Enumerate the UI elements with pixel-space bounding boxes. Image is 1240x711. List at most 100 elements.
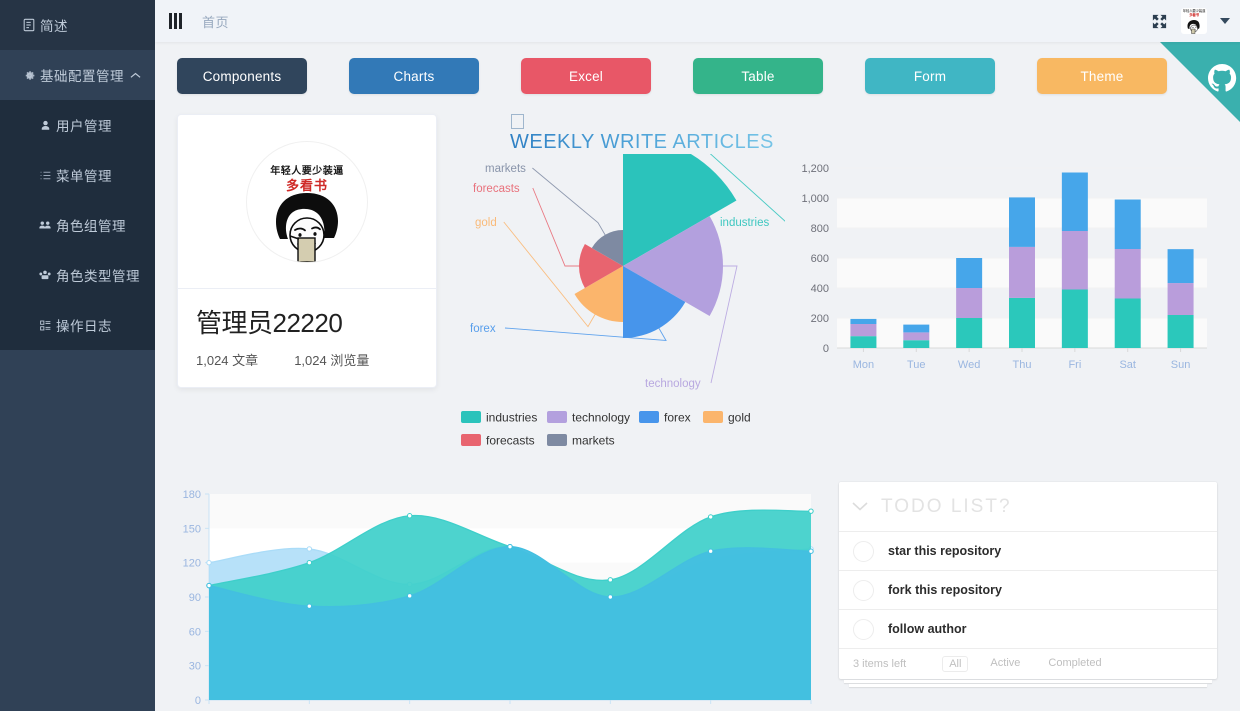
area-chart[interactable]: 0306090120150180MonTueWedThuFriSatSun: [177, 482, 817, 711]
todo-stack-layer-1: [844, 680, 1212, 683]
bar-ytick: 800: [811, 223, 829, 235]
sidebar-item-user-management[interactable]: 用户管理: [0, 100, 155, 150]
excel-button[interactable]: Excel: [521, 58, 651, 94]
area-ytick: 120: [183, 558, 201, 570]
bar-segment-Sat-purple: [1114, 249, 1141, 299]
chevron-up-icon: [130, 68, 141, 83]
bar-segment-Mon-teal: [850, 336, 877, 348]
sidebar: 简述 基础配置管理 用户管理 菜单管理 角色组管理 角色类型管理 操作日志: [0, 0, 155, 711]
navbar-right: 年轻人要少装逼 多看书: [1151, 8, 1230, 34]
sidebar-item-menu-management[interactable]: 菜单管理: [0, 150, 155, 200]
peoples-icon: [34, 269, 56, 282]
chevron-down-icon[interactable]: [1220, 18, 1230, 24]
breadcrumb[interactable]: 首页: [202, 12, 229, 31]
todo-item[interactable]: follow author: [839, 610, 1217, 649]
rose-label-industries: industries: [720, 217, 769, 229]
area-point-teal-Sun: [808, 508, 814, 514]
components-button[interactable]: Components: [177, 58, 307, 94]
legend-label-industries: industries: [486, 411, 537, 425]
todo-item[interactable]: fork this repository: [839, 571, 1217, 610]
rose-chart-legend[interactable]: industries technology forex gold forecasts ma…: [461, 405, 761, 451]
legend-swatch-industries: [461, 411, 481, 423]
legend-swatch-gold: [703, 411, 723, 423]
todo-item-label: star this repository: [888, 544, 1002, 558]
area-ytick: 150: [183, 523, 201, 535]
bar-segment-Fri-blue: [1061, 172, 1088, 231]
user-stat-articles: 1,024 文章: [196, 350, 258, 369]
todo-filter-completed[interactable]: Completed: [1042, 656, 1107, 672]
todo-item-label: follow author: [888, 622, 967, 636]
area-point-cyan-Thu: [507, 543, 513, 550]
area-point-cyan-Sun: [808, 548, 814, 554]
user-stat-views-label: 浏览量: [330, 353, 370, 368]
avatar-caption-line2: 多看书: [1189, 13, 1199, 17]
bar-segment-Mon-blue: [850, 318, 877, 324]
dashboard-row-1: 年轻人要少装逼 多看书 管理员22220 1,024 文章 1,024 浏览量 …: [177, 114, 1220, 456]
legend-swatch-markets: [547, 434, 567, 446]
bar-segment-Tue-blue: [903, 324, 930, 333]
todo-filter-active[interactable]: Active: [984, 656, 1026, 672]
sidebar-group-basic-config[interactable]: 基础配置管理: [0, 50, 155, 100]
sidebar-item-role-group-management[interactable]: 角色组管理: [0, 200, 155, 250]
rose-label-forex: forex: [470, 323, 496, 335]
user-name: 管理员22220: [196, 308, 343, 338]
users-group-icon: [34, 219, 56, 232]
meme-face-icon: [276, 192, 338, 262]
avatar[interactable]: 年轻人要少装逼 多看书: [1181, 8, 1207, 34]
bar-xtick-Tue: Tue: [907, 359, 926, 371]
bar-xtick-Thu: Thu: [1013, 359, 1032, 371]
sidebar-item-user-management-label: 用户管理: [56, 119, 112, 134]
avatar-face-icon: [1187, 20, 1200, 34]
bar-ytick: 200: [811, 313, 829, 325]
rose-chart[interactable]: industries technology forex gold forecasts ma…: [455, 135, 787, 404]
todo-filter-all[interactable]: All: [942, 656, 969, 672]
sidebar-item-overview[interactable]: 简述: [0, 0, 155, 50]
legend-label-gold: gold: [728, 411, 751, 425]
content: Components Charts Excel Table Form Theme…: [155, 42, 1240, 711]
area-point-cyan-Fri: [607, 594, 614, 600]
sidebar-item-overview-label: 简述: [40, 19, 68, 34]
bar-segment-Thu-teal: [1009, 297, 1035, 348]
area-chart-panel: 0306090120150180MonTueWedThuFriSatSun: [177, 482, 817, 711]
todo-item[interactable]: star this repository: [839, 532, 1217, 571]
charts-button[interactable]: Charts: [349, 58, 479, 94]
todo-footer: 3 items left All Active Completed: [839, 649, 1217, 679]
sidebar-item-role-type-management[interactable]: 角色类型管理: [0, 250, 155, 300]
area-point-teal-Wed: [406, 513, 413, 519]
area-point-cyan-Sat: [707, 548, 714, 554]
stacked-bar-chart[interactable]: 0 200 400 600 800 1,000 1,200 Mon Tue Wed Thu Fri Sa…: [795, 156, 1215, 386]
bar-segment-Fri-purple: [1061, 231, 1088, 290]
chevron-down-icon[interactable]: [851, 501, 869, 512]
bar-segment-Thu-purple: [1009, 246, 1035, 298]
area-ytick: 60: [189, 626, 201, 638]
hamburger-icon[interactable]: [169, 13, 184, 29]
title-placeholder-glyph: [511, 114, 524, 129]
todo-checkbox[interactable]: [853, 618, 874, 640]
bar-ytick: 1,000: [801, 193, 829, 205]
sidebar-item-operation-log-label: 操作日志: [56, 319, 112, 334]
sidebar-item-role-type-management-label: 角色类型管理: [56, 269, 140, 284]
table-button[interactable]: Table: [693, 58, 823, 94]
bar-ytick: 400: [811, 283, 829, 295]
bar-xtick-Wed: Wed: [958, 359, 980, 371]
todo-title: TODO LIST?: [881, 495, 1012, 517]
user-avatar-large: 年轻人要少装逼 多看书: [246, 140, 368, 263]
user-info: 管理员22220 1,024 文章 1,024 浏览量: [178, 288, 436, 387]
user-stat-articles-value: 1,024: [196, 353, 229, 368]
bar-segment-Sun-purple: [1167, 283, 1194, 315]
sidebar-item-operation-log[interactable]: 操作日志: [0, 300, 155, 350]
todo-checkbox[interactable]: [853, 540, 874, 562]
todo-checkbox[interactable]: [853, 579, 874, 601]
bar-segment-Sat-teal: [1114, 298, 1141, 348]
bar-segment-Wed-teal: [956, 318, 983, 348]
rose-chart-title: WEEKLY WRITE ARTICLES: [510, 131, 785, 154]
form-button[interactable]: Form: [865, 58, 995, 94]
rose-leader-forecasts: [532, 187, 580, 267]
sidebar-item-menu-management-label: 菜单管理: [56, 169, 112, 184]
legend-swatch-forecasts: [461, 434, 481, 446]
legend-label-markets: markets: [572, 434, 615, 448]
theme-button[interactable]: Theme: [1037, 58, 1167, 94]
bar-ytick: 1,200: [801, 163, 829, 175]
fullscreen-icon[interactable]: [1151, 13, 1168, 30]
bar-segment-Tue-purple: [903, 332, 930, 341]
